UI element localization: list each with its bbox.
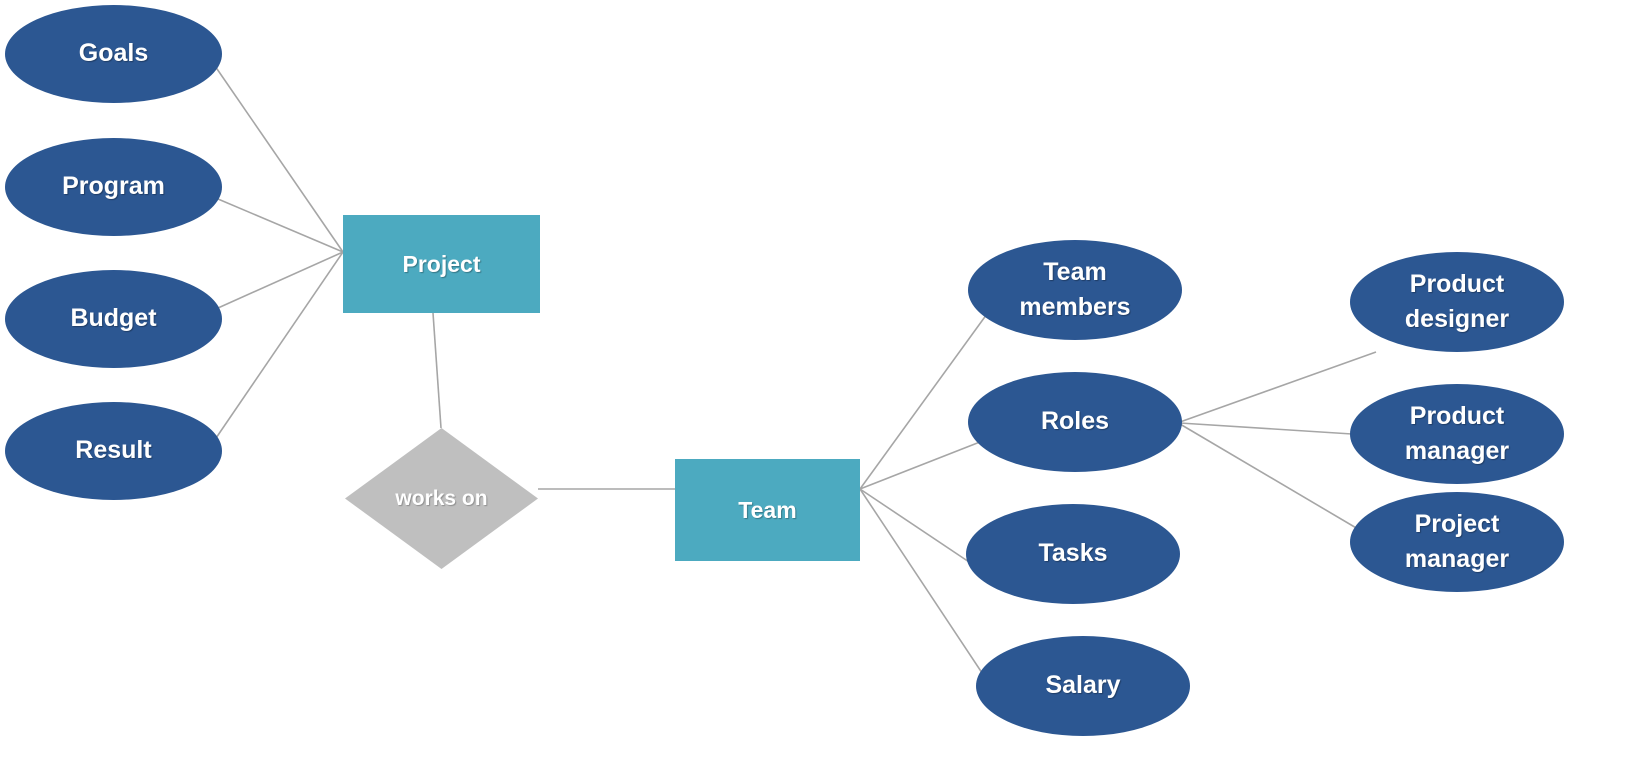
edge-result-project <box>213 251 344 442</box>
attribute-project-manager-label: Project manager <box>1404 509 1510 574</box>
entity-team[interactable]: Team <box>675 459 860 561</box>
er-diagram-canvas: Goals Program Budget Result Project Team… <box>0 0 1640 775</box>
edge-roles-projectmanager <box>1179 423 1359 530</box>
attribute-budget[interactable]: Budget <box>5 270 222 368</box>
attribute-team-members[interactable]: Team members <box>968 240 1182 340</box>
attribute-product-designer-label: Product designer <box>1404 269 1510 334</box>
attribute-team-members-label: Team members <box>1019 257 1131 322</box>
attribute-salary-label: Salary <box>1045 671 1121 700</box>
attribute-result[interactable]: Result <box>5 402 222 500</box>
attribute-product-manager-label: Product manager <box>1404 401 1510 466</box>
attribute-goals-label: Goals <box>78 39 149 68</box>
attribute-roles-label: Roles <box>1040 407 1110 436</box>
attribute-project-manager[interactable]: Project manager <box>1350 492 1564 592</box>
relationship-works-on-label: works on <box>395 486 488 510</box>
attribute-program-label: Program <box>62 172 165 201</box>
entity-project[interactable]: Project <box>343 215 540 313</box>
edge-budget-project <box>217 251 344 309</box>
attribute-roles[interactable]: Roles <box>968 372 1182 472</box>
edge-goals-project <box>214 65 344 253</box>
attribute-salary[interactable]: Salary <box>976 636 1190 736</box>
edge-team-teammembers <box>859 295 1001 490</box>
edge-project-workson <box>432 312 442 429</box>
attribute-product-designer[interactable]: Product designer <box>1350 252 1564 352</box>
edge-program-project <box>217 198 344 253</box>
entity-team-label: Team <box>738 496 797 523</box>
attribute-product-manager[interactable]: Product manager <box>1350 384 1564 484</box>
edge-layer <box>213 65 1377 701</box>
attribute-result-label: Result <box>75 436 152 465</box>
edge-roles-productdesigner <box>1179 351 1377 423</box>
edge-team-salary <box>859 488 1001 701</box>
attribute-budget-label: Budget <box>70 304 157 333</box>
attribute-goals[interactable]: Goals <box>5 5 222 103</box>
edge-team-roles <box>859 439 986 490</box>
relationship-works-on[interactable]: works on <box>345 428 538 569</box>
attribute-tasks-label: Tasks <box>1038 539 1108 568</box>
attribute-tasks[interactable]: Tasks <box>966 504 1180 604</box>
entity-project-label: Project <box>402 250 481 277</box>
attribute-program[interactable]: Program <box>5 138 222 236</box>
edge-roles-productmanager <box>1179 422 1353 435</box>
